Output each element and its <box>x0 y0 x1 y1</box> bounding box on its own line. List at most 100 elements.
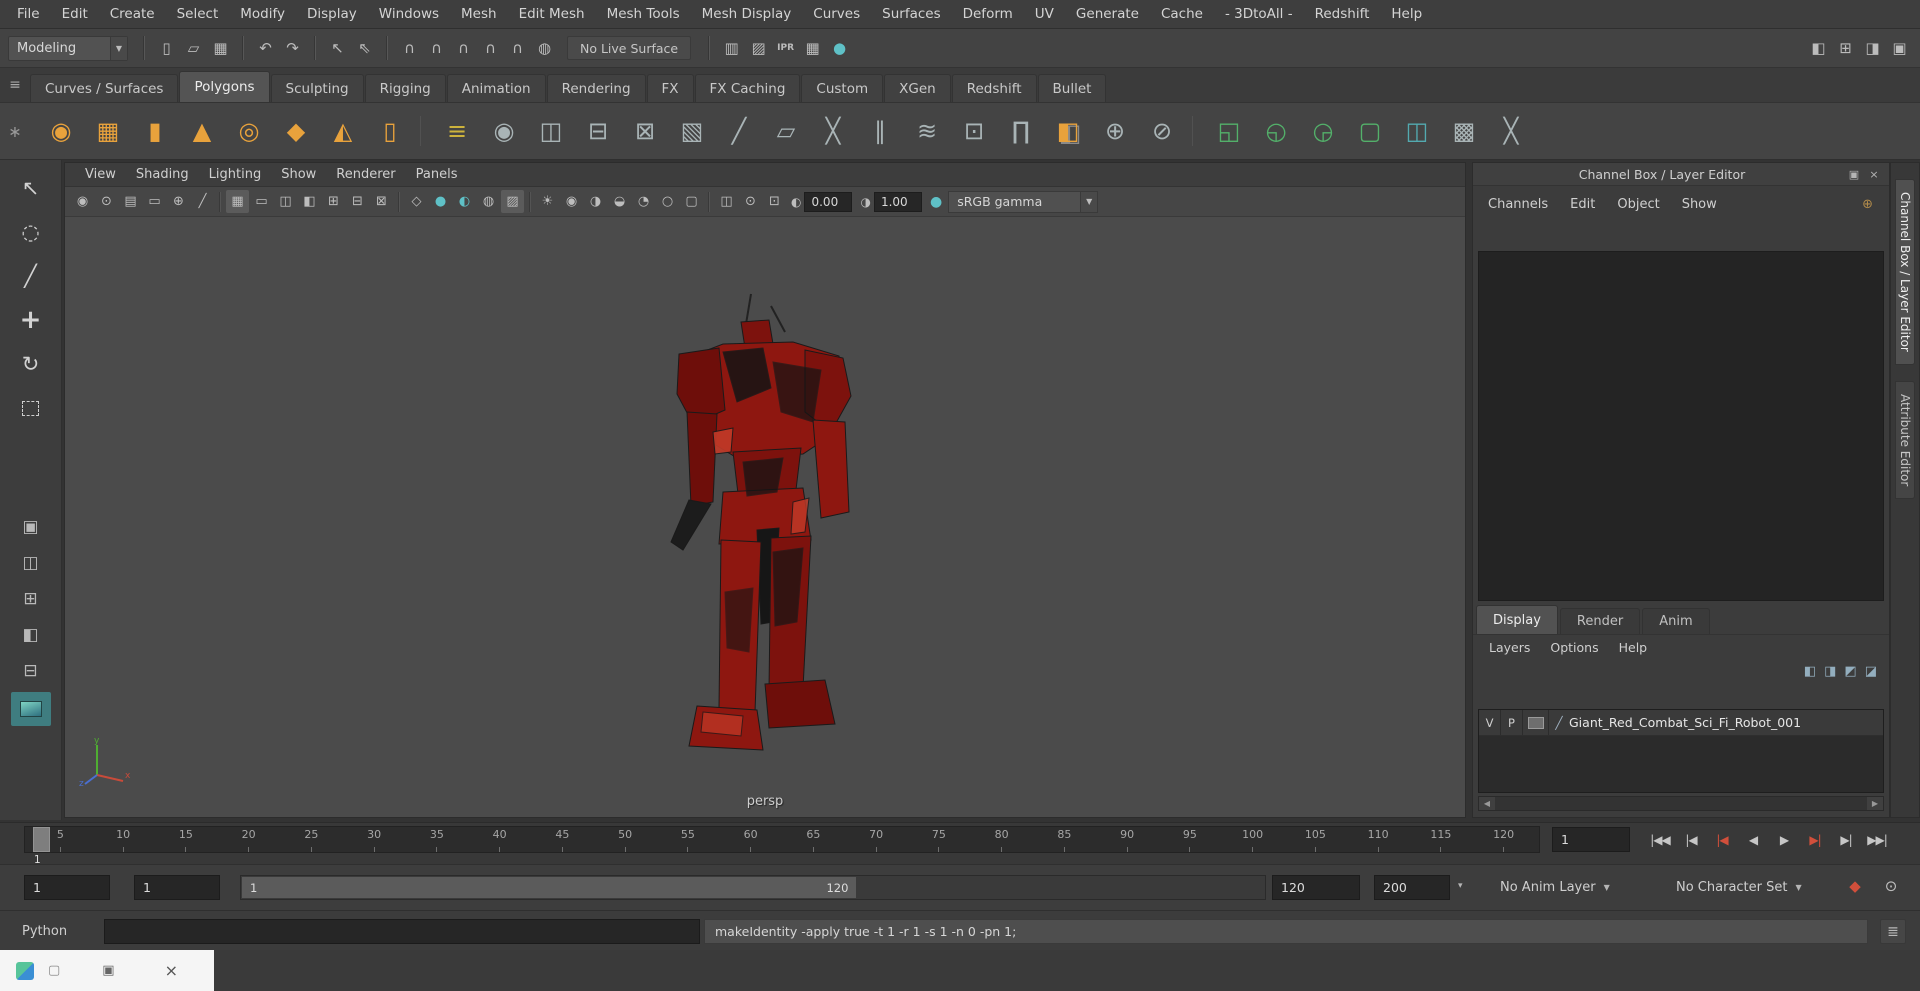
fill-hole-icon[interactable]: ▧ <box>673 112 711 150</box>
film-gate-icon[interactable]: ▭ <box>250 190 273 213</box>
layer-editor-menu-item[interactable]: Help <box>1609 640 1658 655</box>
save-scene-icon[interactable]: ▦ <box>208 36 233 61</box>
go-to-end-button[interactable]: ▶▶| <box>1863 828 1891 852</box>
quad-draw-icon[interactable]: ▱ <box>767 112 805 150</box>
gate-mask-icon[interactable]: ◧ <box>298 190 321 213</box>
outliner-layout-icon[interactable]: ◧ <box>14 620 48 650</box>
poly-pyramid-icon[interactable]: ◭ <box>324 112 362 150</box>
make-live-icon[interactable]: ◍ <box>532 36 557 61</box>
command-input[interactable] <box>104 919 700 944</box>
lasso-tool[interactable]: ◌ <box>11 212 51 252</box>
layer-visibility-toggle[interactable]: V <box>1479 710 1501 735</box>
two-pane-layout-icon[interactable]: ◫ <box>14 548 48 578</box>
move-tool[interactable]: + <box>11 300 51 340</box>
select-by-hierarchy-icon[interactable]: ↖ <box>325 36 350 61</box>
chevron-down-icon[interactable]: ▼ <box>110 36 127 60</box>
exposure-icon[interactable]: ◐ <box>791 195 801 209</box>
play-forwards-button[interactable]: ▶ <box>1770 828 1798 852</box>
shelf-menu-icon[interactable]: ≡ <box>0 68 30 102</box>
boolean-intersection-icon[interactable]: ◶ <box>1304 112 1342 150</box>
menu-set-selector[interactable]: Modeling ▼ <box>8 35 128 61</box>
viewport-menu-item[interactable]: Panels <box>406 163 468 186</box>
layer-new-empty-icon[interactable]: ◧ <box>1804 664 1816 679</box>
sweep-mesh-icon[interactable]: ≡ <box>438 112 476 150</box>
poly-cone-icon[interactable]: ▲ <box>183 112 221 150</box>
range-slider-handle[interactable]: 1 120 <box>242 877 857 898</box>
uv-checker-icon[interactable]: ▩ <box>1445 112 1483 150</box>
step-back-frame-button[interactable]: |◀ <box>1677 828 1705 852</box>
single-pane-layout-icon[interactable]: ▣ <box>14 512 48 542</box>
render-current-frame-icon[interactable]: ▨ <box>746 36 771 61</box>
wireframe-on-shaded-icon[interactable]: ◍ <box>477 190 500 213</box>
shelf-tab[interactable]: Redshift <box>951 74 1037 102</box>
two-d-pan-zoom-icon[interactable]: ⊕ <box>167 190 190 213</box>
offset-edge-loop-icon[interactable]: ≋ <box>908 112 946 150</box>
scrollbar-track[interactable] <box>1495 797 1867 810</box>
dock-icon[interactable]: ▣ <box>1845 165 1863 183</box>
camera-attributes-icon[interactable]: ⊙ <box>95 190 118 213</box>
viewport-menu-item[interactable]: Lighting <box>199 163 272 186</box>
scroll-left-icon[interactable]: ◀ <box>1479 797 1495 810</box>
menu-item[interactable]: UV <box>1024 0 1065 28</box>
viewport-menu-item[interactable]: Show <box>271 163 326 186</box>
bridge-icon[interactable]: ∏ <box>1002 112 1040 150</box>
layer-name[interactable]: Giant_Red_Combat_Sci_Fi_Robot_001 <box>1569 715 1883 730</box>
boolean-slice-icon[interactable]: ▢ <box>1351 112 1389 150</box>
current-frame-marker[interactable] <box>33 827 50 852</box>
resolution-gate-icon[interactable]: ◫ <box>274 190 297 213</box>
poly-torus-icon[interactable]: ◎ <box>230 112 268 150</box>
smooth-mesh-icon[interactable]: ◉ <box>485 112 523 150</box>
center-pivot-icon[interactable]: ⊕ <box>1096 112 1134 150</box>
exposure-field[interactable]: 0.00 <box>804 191 853 212</box>
workspace-side-by-side-icon[interactable]: ◨ <box>1860 36 1885 61</box>
select-by-object-icon[interactable]: ⇖ <box>352 36 377 61</box>
undo-icon[interactable]: ↶ <box>253 36 278 61</box>
mirror-icon[interactable]: ◧ <box>1049 112 1087 150</box>
channel-box-menu-item[interactable]: Channels <box>1477 197 1559 212</box>
render-settings-icon[interactable]: ▦ <box>800 36 825 61</box>
menu-item[interactable]: Edit <box>51 0 99 28</box>
ipr-render-icon[interactable]: IPR <box>773 36 798 61</box>
auto-key-icon[interactable]: ◆ <box>1842 873 1868 899</box>
freeze-transformations-icon[interactable]: ⊘ <box>1143 112 1181 150</box>
manipulator-icon[interactable]: ⊕ <box>1862 197 1873 212</box>
shelf-tab[interactable]: Custom <box>801 74 884 102</box>
shelf-gear-icon[interactable]: ∗ <box>0 122 30 141</box>
scale-tool[interactable] <box>11 388 51 428</box>
grid-toggle-icon[interactable]: ▦ <box>226 190 249 213</box>
shelf-tab[interactable]: Polygons <box>179 71 270 102</box>
range-slider[interactable]: 1 120 <box>240 875 1266 900</box>
use-default-material-icon[interactable]: ▨ <box>501 190 524 213</box>
textured-icon[interactable]: ◐ <box>453 190 476 213</box>
snap-to-view-plane-icon[interactable]: ∩ <box>505 36 530 61</box>
shelf-tab[interactable]: XGen <box>884 74 951 102</box>
menu-item[interactable]: Help <box>1380 0 1433 28</box>
time-slider[interactable]: 5 10 15 20 25 30 35 40 45 50 55 60 65 70 75 80 85 90 95 100… <box>24 826 1540 853</box>
script-editor-icon[interactable]: ≣ <box>1880 919 1906 944</box>
create-polygon-icon[interactable]: ╱ <box>720 112 758 150</box>
anim-layer-dropdown[interactable]: No Anim Layer ▼ <box>1492 875 1618 900</box>
play-backwards-button[interactable]: ◀ <box>1739 828 1767 852</box>
gamma-icon[interactable]: ◑ <box>860 195 870 209</box>
workspace-outliner-icon[interactable]: ◧ <box>1806 36 1831 61</box>
layer-new-from-selected-icon[interactable]: ◨ <box>1824 664 1836 679</box>
live-surface-field[interactable]: No Live Surface <box>567 36 692 60</box>
default-lighting-icon[interactable]: ☀ <box>536 190 559 213</box>
occlusion-icon[interactable]: ◒ <box>608 190 631 213</box>
new-scene-icon[interactable]: ▯ <box>154 36 179 61</box>
poly-sphere-icon[interactable]: ◉ <box>42 112 80 150</box>
layer-editor-tab[interactable]: Display <box>1476 605 1558 634</box>
menu-item[interactable]: Mesh Tools <box>596 0 691 28</box>
poly-plane-icon[interactable]: ◆ <box>277 112 315 150</box>
step-back-key-button[interactable]: |◀ <box>1708 828 1736 852</box>
shelf-tab[interactable]: FX <box>646 74 694 102</box>
app-icon[interactable] <box>16 961 34 980</box>
layer-editor-menu-item[interactable]: Layers <box>1479 640 1540 655</box>
target-weld-icon[interactable]: ⊡ <box>955 112 993 150</box>
shadows-icon[interactable]: ◑ <box>584 190 607 213</box>
menu-item[interactable]: Surfaces <box>871 0 951 28</box>
all-lights-icon[interactable]: ◉ <box>560 190 583 213</box>
gamma-field[interactable]: 1.00 <box>873 191 922 212</box>
viewport-menu-item[interactable]: View <box>75 163 126 186</box>
menu-item[interactable]: Cache <box>1150 0 1214 28</box>
